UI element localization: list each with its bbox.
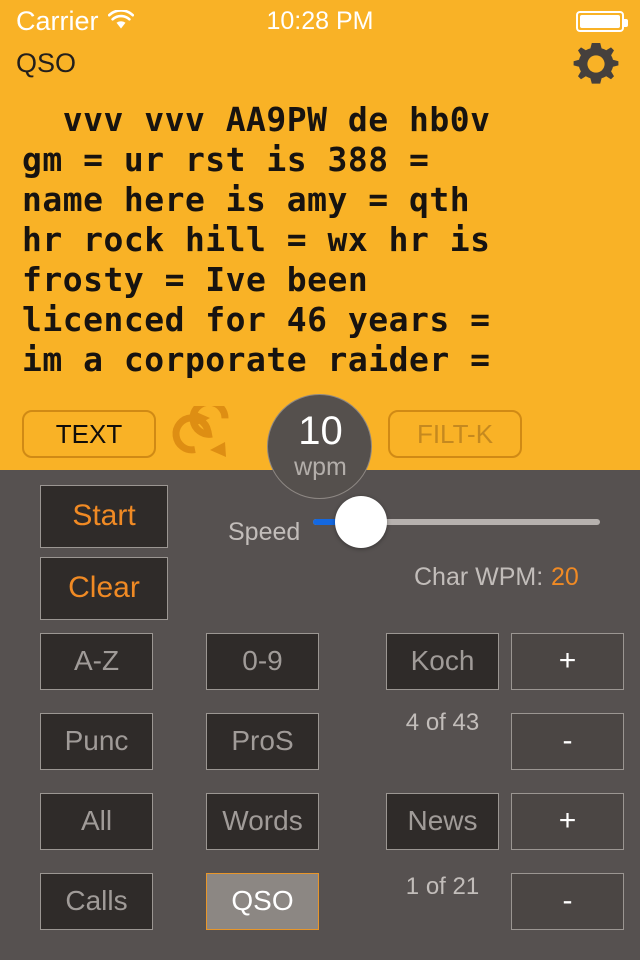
mode-button-all[interactable]: All <box>40 793 153 850</box>
koch-decrement-button[interactable]: - <box>511 713 624 770</box>
filter-button[interactable]: FILT-K <box>388 410 522 458</box>
wpm-value: 10 <box>298 409 343 453</box>
status-time: 10:28 PM <box>266 7 374 35</box>
mode-button-news[interactable]: News <box>386 793 499 850</box>
mode-button-az[interactable]: A-Z <box>40 633 153 690</box>
battery-icon <box>576 11 628 32</box>
news-increment-button[interactable]: + <box>511 793 624 850</box>
char-wpm-value: 20 <box>551 563 579 591</box>
clear-button[interactable]: Clear <box>40 557 168 620</box>
slider-thumb[interactable] <box>335 496 387 548</box>
repeat-loop-icon[interactable] <box>168 398 252 462</box>
mode-button-qso[interactable]: QSO <box>206 873 319 930</box>
battery-fill <box>580 15 620 28</box>
status-bar: Carrier 10:28 PM <box>0 0 640 40</box>
text-mode-button[interactable]: TEXT <box>22 410 156 458</box>
koch-increment-button[interactable]: + <box>511 633 624 690</box>
mode-button-pros[interactable]: ProS <box>206 713 319 770</box>
page-title: QSO <box>16 48 77 78</box>
char-wpm-label: Char WPM: <box>414 563 544 591</box>
mode-button-punc[interactable]: Punc <box>40 713 153 770</box>
app-root: Carrier 10:28 PM QSO vvv vvv AA9PW de hb… <box>0 0 640 960</box>
gear-icon[interactable] <box>568 36 624 92</box>
wpm-unit-label: wpm <box>294 453 347 481</box>
mode-button-09[interactable]: 0-9 <box>206 633 319 690</box>
start-button[interactable]: Start <box>40 485 168 548</box>
news-counter: 1 of 21 <box>405 873 480 900</box>
morse-text-readout: vvv vvv AA9PW de hb0v gm = ur rst is 388… <box>22 100 491 379</box>
news-decrement-button[interactable]: - <box>511 873 624 930</box>
mode-button-words[interactable]: Words <box>206 793 319 850</box>
mode-button-calls[interactable]: Calls <box>40 873 153 930</box>
speed-slider[interactable] <box>313 496 600 548</box>
mode-button-koch[interactable]: Koch <box>386 633 499 690</box>
wpm-dial[interactable]: 10 wpm <box>267 394 372 499</box>
speed-label: Speed <box>228 518 301 546</box>
koch-counter: 4 of 43 <box>405 709 480 736</box>
